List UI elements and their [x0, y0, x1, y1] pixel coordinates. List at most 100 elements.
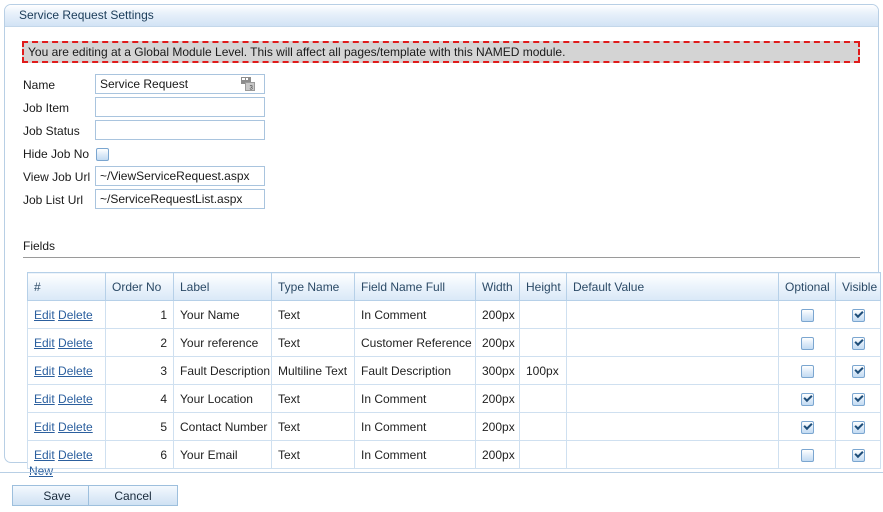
optional-checkbox[interactable]: [801, 393, 814, 406]
settings-panel: Service Request Settings You are editing…: [4, 4, 879, 463]
label-name: Name: [23, 78, 95, 92]
optional-checkbox[interactable]: [801, 449, 814, 462]
height-cell: [520, 385, 567, 413]
order-no-cell: 3: [106, 357, 174, 385]
new-field-link[interactable]: New: [29, 464, 53, 478]
height-cell: [520, 441, 567, 469]
visible-checkbox-cell: [836, 357, 881, 385]
field-name-full-cell: In Comment: [355, 385, 476, 413]
visible-checkbox-cell: [836, 441, 881, 469]
type-name-cell: Text: [272, 441, 355, 469]
order-no-cell: 4: [106, 385, 174, 413]
default-value-cell: [567, 329, 779, 357]
checkbox-box: [96, 148, 109, 161]
visible-checkbox[interactable]: [852, 365, 865, 378]
fields-section-title: Fields: [23, 239, 55, 253]
order-no-cell: 1: [106, 301, 174, 329]
label-job-list-url: Job List Url: [23, 193, 95, 207]
optional-checkbox[interactable]: [801, 337, 814, 350]
section-divider: [23, 257, 860, 258]
field-name-full-cell: In Comment: [355, 441, 476, 469]
order-no-cell: 5: [106, 413, 174, 441]
delete-link[interactable]: Delete: [58, 308, 93, 322]
column-header-index[interactable]: #: [28, 273, 106, 301]
visible-checkbox[interactable]: [852, 449, 865, 462]
visible-checkbox[interactable]: [852, 393, 865, 406]
footer-divider: [0, 472, 883, 473]
optional-checkbox-cell: [779, 385, 836, 413]
delete-link[interactable]: Delete: [58, 336, 93, 350]
visible-checkbox-cell: [836, 329, 881, 357]
width-cell: 200px: [476, 329, 520, 357]
table-row: Edit Delete4Your LocationTextIn Comment2…: [28, 385, 881, 413]
height-cell: [520, 413, 567, 441]
app-root: Service Request Settings You are editing…: [0, 0, 883, 512]
job-status-input[interactable]: [95, 120, 265, 140]
fields-grid-wrapper: # Order No Label Type Name Field Name Fu…: [27, 272, 860, 469]
visible-checkbox[interactable]: [852, 309, 865, 322]
table-row: Edit Delete6Your EmailTextIn Comment200p…: [28, 441, 881, 469]
table-row: Edit Delete3Fault DescriptionMultiline T…: [28, 357, 881, 385]
optional-checkbox[interactable]: [801, 309, 814, 322]
optional-checkbox-cell: [779, 301, 836, 329]
label-cell: Your Location: [174, 385, 272, 413]
delete-link[interactable]: Delete: [58, 364, 93, 378]
width-cell: 300px: [476, 357, 520, 385]
column-header-visible[interactable]: Visible: [836, 273, 881, 301]
visible-checkbox[interactable]: [852, 421, 865, 434]
type-name-cell: Text: [272, 385, 355, 413]
edit-link[interactable]: Edit: [34, 392, 55, 406]
column-header-order-no[interactable]: Order No: [106, 273, 174, 301]
table-row: Edit Delete2Your referenceTextCustomer R…: [28, 329, 881, 357]
view-job-url-input[interactable]: [95, 166, 265, 186]
height-cell: [520, 329, 567, 357]
row-actions-cell: Edit Delete: [28, 385, 106, 413]
row-actions-cell: Edit Delete: [28, 329, 106, 357]
visible-checkbox[interactable]: [852, 337, 865, 350]
width-cell: 200px: [476, 301, 520, 329]
width-cell: 200px: [476, 441, 520, 469]
edit-link[interactable]: Edit: [34, 448, 55, 462]
optional-checkbox[interactable]: [801, 365, 814, 378]
column-header-field-name-full[interactable]: Field Name Full: [355, 273, 476, 301]
grid-body: Edit Delete1Your NameTextIn Comment200px…: [28, 301, 881, 469]
optional-checkbox-cell: [779, 441, 836, 469]
label-cell: Your Email: [174, 441, 272, 469]
picker-icon[interactable]: 3: [241, 77, 256, 91]
type-name-cell: Text: [272, 329, 355, 357]
job-item-input[interactable]: [95, 97, 265, 117]
height-cell: [520, 301, 567, 329]
panel-header: Service Request Settings: [5, 5, 878, 27]
column-header-width[interactable]: Width: [476, 273, 520, 301]
table-row: Edit Delete1Your NameTextIn Comment200px: [28, 301, 881, 329]
type-name-cell: Text: [272, 301, 355, 329]
edit-link[interactable]: Edit: [34, 420, 55, 434]
fields-grid: # Order No Label Type Name Field Name Fu…: [27, 272, 881, 469]
default-value-cell: [567, 385, 779, 413]
optional-checkbox-cell: [779, 413, 836, 441]
field-name-full-cell: In Comment: [355, 413, 476, 441]
column-header-height[interactable]: Height: [520, 273, 567, 301]
optional-checkbox-cell: [779, 329, 836, 357]
job-list-url-input[interactable]: [95, 189, 265, 209]
label-cell: Contact Number: [174, 413, 272, 441]
delete-link[interactable]: Delete: [58, 392, 93, 406]
column-header-default-value[interactable]: Default Value: [567, 273, 779, 301]
name-input[interactable]: [95, 74, 265, 94]
delete-link[interactable]: Delete: [58, 448, 93, 462]
height-cell: 100px: [520, 357, 567, 385]
optional-checkbox[interactable]: [801, 421, 814, 434]
hide-job-no-checkbox[interactable]: [96, 146, 109, 164]
field-name-full-cell: In Comment: [355, 301, 476, 329]
cancel-button[interactable]: Cancel: [88, 485, 178, 506]
label-view-job-url: View Job Url: [23, 170, 95, 184]
delete-link[interactable]: Delete: [58, 420, 93, 434]
column-header-type-name[interactable]: Type Name: [272, 273, 355, 301]
column-header-label[interactable]: Label: [174, 273, 272, 301]
edit-link[interactable]: Edit: [34, 336, 55, 350]
row-actions-cell: Edit Delete: [28, 357, 106, 385]
edit-link[interactable]: Edit: [34, 364, 55, 378]
edit-link[interactable]: Edit: [34, 308, 55, 322]
column-header-optional[interactable]: Optional: [779, 273, 836, 301]
label-job-item: Job Item: [23, 101, 95, 115]
